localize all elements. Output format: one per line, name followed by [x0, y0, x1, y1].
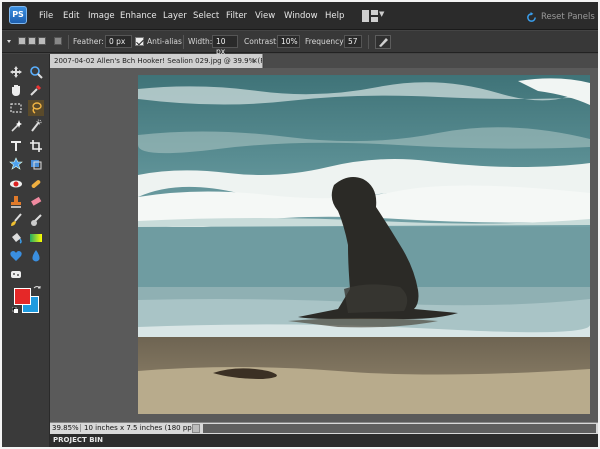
contrast-field[interactable]: 10% [277, 35, 300, 48]
document-size-info: 10 inches x 7.5 inches (180 ppi) [80, 424, 196, 432]
status-menu-arrow-icon[interactable] [192, 424, 200, 433]
options-divider [68, 35, 69, 49]
chevron-down-icon[interactable]: ▼ [379, 10, 384, 18]
project-bin-bar[interactable]: PROJECT BIN [50, 434, 598, 447]
antialias-label: Anti-alias [147, 37, 182, 46]
zoom-level[interactable]: 39.85% [52, 424, 79, 432]
document-tab-title: 2007-04-02 Allen's Bch Hooker! Sealion 0… [54, 57, 263, 65]
pen-pressure-icon[interactable] [375, 35, 391, 49]
project-bin-label: PROJECT BIN [53, 436, 104, 444]
options-divider [183, 35, 184, 49]
width-label: Width: [188, 37, 213, 46]
intersect-selection-mode-icon[interactable] [54, 37, 62, 45]
type-tool-icon[interactable] [8, 138, 24, 154]
reset-panels-label: Reset Panels [541, 12, 595, 22]
photoshop-elements-window: PS File Edit Image Enhance Layer Select … [2, 2, 598, 447]
menu-enhance[interactable]: Enhance [120, 11, 157, 21]
move-tool-icon[interactable] [8, 64, 24, 80]
subtract-selection-mode-icon[interactable] [38, 37, 46, 45]
add-to-selection-mode-icon[interactable] [28, 37, 36, 45]
red-eye-tool-icon[interactable] [8, 176, 24, 192]
toolbox [2, 54, 50, 447]
menu-select[interactable]: Select [193, 11, 219, 21]
menu-bar: PS File Edit Image Enhance Layer Select … [2, 2, 598, 30]
reset-icon [527, 11, 536, 22]
brush-tool-icon[interactable] [8, 212, 24, 228]
tool-preset-picker-icon[interactable] [6, 37, 18, 47]
menu-edit[interactable]: Edit [63, 11, 79, 21]
marquee-tool-icon[interactable] [8, 100, 24, 116]
default-colors-icon[interactable] [12, 307, 18, 313]
zoom-tool-icon[interactable] [28, 64, 44, 80]
photoshop-elements-logo-icon: PS [9, 6, 27, 24]
tab-strip [264, 54, 598, 68]
foreground-color-swatch[interactable] [14, 288, 31, 305]
cookie-cutter-tool-icon[interactable] [8, 156, 24, 172]
document-tab[interactable]: 2007-04-02 Allen's Bch Hooker! Sealion 0… [50, 54, 263, 68]
lasso-tool-icon[interactable] [28, 100, 44, 116]
frequency-field[interactable]: 57 [344, 35, 362, 48]
close-icon[interactable]: × [251, 54, 258, 68]
swap-colors-icon[interactable] [33, 285, 41, 293]
menu-filter[interactable]: Filter [226, 11, 247, 21]
smart-brush-tool-icon[interactable] [28, 212, 44, 228]
crop-tool-icon[interactable] [28, 138, 44, 154]
menu-window[interactable]: Window [284, 11, 318, 21]
antialias-checkbox[interactable] [135, 37, 144, 46]
menu-image[interactable]: Image [88, 11, 115, 21]
quick-selection-tool-icon[interactable] [28, 118, 44, 134]
clone-stamp-tool-icon[interactable] [8, 194, 24, 210]
menu-view[interactable]: View [255, 11, 275, 21]
shape-tool-icon[interactable] [8, 248, 24, 264]
sealion-photo[interactable] [138, 75, 590, 414]
magic-wand-tool-icon[interactable] [8, 118, 24, 134]
paint-bucket-tool-icon[interactable] [8, 230, 24, 246]
menu-file[interactable]: File [39, 11, 53, 21]
tool-options-bar: Feather: 0 px Anti-alias Width: 10 px Co… [2, 31, 598, 56]
new-selection-mode-icon[interactable] [18, 37, 26, 45]
menu-layer[interactable]: Layer [163, 11, 187, 21]
width-field[interactable]: 10 px [212, 35, 238, 56]
blur-tool-icon[interactable] [28, 248, 44, 264]
options-divider [368, 35, 369, 49]
recompose-tool-icon[interactable] [28, 156, 44, 172]
horizontal-scrollbar[interactable] [203, 424, 596, 433]
gradient-tool-icon[interactable] [28, 230, 44, 246]
status-bar: 39.85% 10 inches x 7.5 inches (180 ppi) [50, 422, 598, 434]
contrast-label: Contrast: [244, 37, 279, 46]
canvas-area [50, 68, 598, 422]
workspace-layout-icon[interactable] [362, 10, 378, 22]
sponge-tool-icon[interactable] [8, 266, 24, 282]
eraser-tool-icon[interactable] [28, 194, 44, 210]
reset-panels-button[interactable]: Reset Panels [526, 9, 595, 25]
eyedropper-tool-icon[interactable] [28, 82, 44, 98]
feather-label: Feather: [73, 37, 104, 46]
spot-healing-tool-icon[interactable] [28, 176, 44, 192]
hand-tool-icon[interactable] [8, 82, 24, 98]
menu-help[interactable]: Help [325, 11, 344, 21]
frequency-label: Frequency: [305, 37, 346, 46]
feather-field[interactable]: 0 px [105, 35, 132, 48]
